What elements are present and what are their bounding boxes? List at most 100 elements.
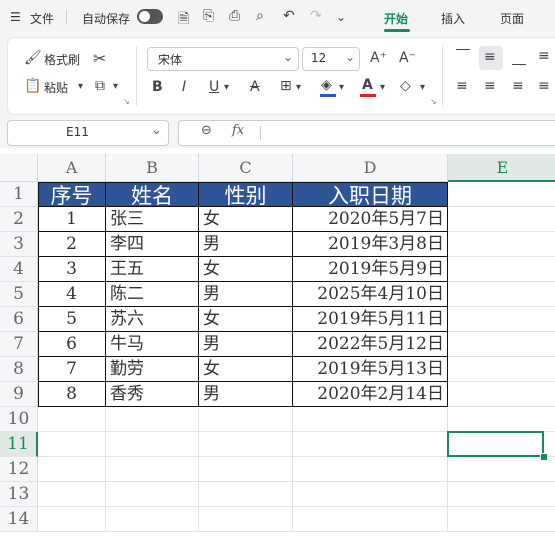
cell-d9[interactable]: 2020年2月14日 [293, 382, 448, 407]
cell-c5[interactable]: 男 [199, 282, 293, 307]
borders-icon[interactable]: ⊞ [280, 78, 292, 94]
cell-b2[interactable]: 张三 [106, 207, 199, 232]
cell-e8[interactable] [448, 357, 555, 382]
chevron-down-icon[interactable]: ▾ [380, 82, 385, 93]
cell-a9[interactable]: 8 [38, 382, 106, 407]
select-all-corner[interactable] [0, 154, 38, 182]
cell-e9[interactable] [448, 382, 555, 407]
align-bottom-icon[interactable]: ⎽ [512, 50, 526, 66]
print-preview-icon[interactable]: ⌕ [256, 8, 264, 24]
cell-a13[interactable] [38, 482, 106, 507]
cell-b9[interactable]: 香秀 [106, 382, 199, 407]
font-size-select[interactable]: 12 ⌄ [302, 47, 360, 71]
row-header-14[interactable]: 14 [0, 507, 38, 532]
redo-icon[interactable]: ↷ [310, 8, 322, 24]
cell-a3[interactable]: 2 [38, 232, 106, 257]
cell-b12[interactable] [106, 457, 199, 482]
cell-e13[interactable] [448, 482, 555, 507]
cell-a1[interactable]: 序号 [38, 182, 106, 207]
cell-e14[interactable] [448, 507, 555, 532]
cell-d7[interactable]: 2022年5月12日 [293, 332, 448, 357]
align-center-icon[interactable]: ≡ [484, 78, 496, 94]
cell-d10[interactable] [293, 407, 448, 432]
tab-start[interactable]: 开始 [384, 10, 408, 27]
decrease-font-icon[interactable]: A⁻ [399, 50, 416, 66]
cell-c3[interactable]: 男 [199, 232, 293, 257]
row-header-4[interactable]: 4 [0, 257, 38, 282]
row-header-1[interactable]: 1 [0, 182, 38, 207]
cell-d1[interactable]: 入职日期 [293, 182, 448, 207]
align-extra-icon[interactable]: ≡ [538, 48, 550, 64]
cell-b13[interactable] [106, 482, 199, 507]
underline-icon[interactable]: U [209, 79, 219, 95]
align-top-icon[interactable]: ⎺ [456, 48, 470, 64]
cell-a11[interactable] [38, 432, 106, 457]
cell-a12[interactable] [38, 457, 106, 482]
tab-page[interactable]: 页面 [500, 10, 524, 27]
cell-a8[interactable]: 7 [38, 357, 106, 382]
italic-icon[interactable]: I [182, 79, 186, 95]
cell-a6[interactable]: 5 [38, 307, 106, 332]
row-header-12[interactable]: 12 [0, 457, 38, 482]
cell-c4[interactable]: 女 [199, 257, 293, 282]
chevron-down-icon[interactable]: ▾ [224, 82, 229, 93]
fill-handle[interactable] [540, 453, 548, 461]
column-header-c[interactable]: C [199, 154, 293, 182]
cell-d13[interactable] [293, 482, 448, 507]
dialog-launcher-icon[interactable]: ↘ [430, 97, 437, 106]
undo-icon[interactable]: ↶ [283, 8, 295, 24]
file-menu[interactable]: 文件 [30, 10, 54, 27]
align-right-icon[interactable]: ≡ [512, 78, 524, 94]
print-icon[interactable]: ⎙ [229, 8, 240, 24]
column-header-b[interactable]: B [106, 154, 199, 182]
paste-button[interactable]: 粘贴 [44, 79, 68, 96]
font-color-icon[interactable]: A [362, 77, 373, 93]
chevron-down-icon[interactable]: ⌄ [336, 10, 346, 24]
cell-d4[interactable]: 2019年5月9日 [293, 257, 448, 282]
cell-b7[interactable]: 牛马 [106, 332, 199, 357]
menu-icon[interactable]: ☰ [10, 10, 21, 24]
row-header-5[interactable]: 5 [0, 282, 38, 307]
strikethrough-icon[interactable]: A [250, 79, 260, 95]
chevron-down-icon[interactable]: ▾ [78, 81, 83, 92]
chevron-down-icon[interactable]: ▾ [420, 82, 425, 93]
format-painter-icon[interactable]: 🖌 [24, 50, 42, 66]
column-header-d[interactable]: D [293, 154, 448, 182]
cell-e3[interactable] [448, 232, 555, 257]
share-icon[interactable]: ⎘ [203, 8, 214, 24]
column-header-a[interactable]: A [38, 154, 106, 182]
row-header-8[interactable]: 8 [0, 357, 38, 382]
cell-b14[interactable] [106, 507, 199, 532]
cell-a7[interactable]: 6 [38, 332, 106, 357]
cell-c11[interactable] [199, 432, 293, 457]
cell-c10[interactable] [199, 407, 293, 432]
row-header-3[interactable]: 3 [0, 232, 38, 257]
cell-a4[interactable]: 3 [38, 257, 106, 282]
clear-format-icon[interactable]: ◇ [400, 78, 411, 94]
cell-c2[interactable]: 女 [199, 207, 293, 232]
name-box[interactable]: E11 ⌄ [7, 120, 169, 146]
row-header-6[interactable]: 6 [0, 307, 38, 332]
autosave-toggle[interactable] [137, 9, 163, 24]
cell-c8[interactable]: 女 [199, 357, 293, 382]
cell-d11[interactable] [293, 432, 448, 457]
cell-e5[interactable] [448, 282, 555, 307]
cell-c12[interactable] [199, 457, 293, 482]
paste-icon[interactable]: 📋 [24, 78, 41, 94]
cell-b10[interactable] [106, 407, 199, 432]
increase-font-icon[interactable]: A⁺ [370, 50, 387, 66]
cell-e7[interactable] [448, 332, 555, 357]
cell-e10[interactable] [448, 407, 555, 432]
cell-d3[interactable]: 2019年3月8日 [293, 232, 448, 257]
bold-icon[interactable]: B [152, 79, 163, 95]
row-header-11[interactable]: 11 [0, 432, 38, 457]
tab-insert[interactable]: 插入 [441, 10, 465, 27]
dialog-launcher-icon[interactable]: ↘ [123, 97, 130, 106]
save-icon[interactable]: 🗎 [178, 8, 189, 32]
cell-d6[interactable]: 2019年5月11日 [293, 307, 448, 332]
copy-icon[interactable]: ⧉ [95, 78, 105, 94]
cell-d8[interactable]: 2019年5月13日 [293, 357, 448, 382]
chevron-down-icon[interactable]: ▾ [113, 81, 118, 92]
cell-e12[interactable] [448, 457, 555, 482]
cell-b4[interactable]: 王五 [106, 257, 199, 282]
